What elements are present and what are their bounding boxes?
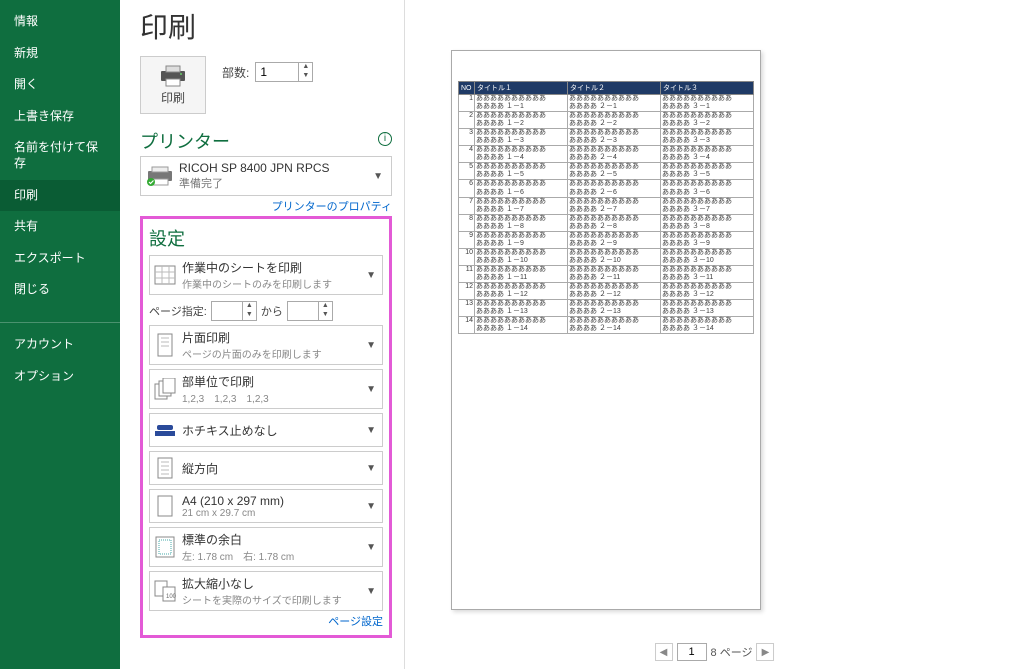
sidebar-item[interactable]: アカウント (0, 329, 120, 361)
sidebar-item[interactable]: 共有 (0, 211, 120, 243)
chevron-down-icon: ▼ (364, 340, 378, 351)
chevron-down-icon: ▼ (364, 384, 378, 395)
margins-select[interactable]: 標準の余白左: 1.78 cm 右: 1.78 cm ▼ (149, 527, 383, 567)
print-preview: NOタイトル１タイトル２タイトル３1ああああああああああああああ １－1ああああ… (405, 0, 1024, 669)
collate-select[interactable]: 部単位で印刷1,2,3 1,2,3 1,2,3 ▼ (149, 369, 383, 409)
sidebar-item[interactable]: 新規 (0, 38, 120, 70)
page-setup-link[interactable]: ページ設定 (149, 613, 383, 629)
printer-properties-link[interactable]: プリンターのプロパティ (140, 198, 392, 214)
chevron-down-icon: ▼ (364, 463, 378, 474)
sides-select[interactable]: 片面印刷ページの片面のみを印刷します ▼ (149, 325, 383, 365)
backstage-sidebar: 情報新規開く上書き保存名前を付けて保存印刷共有エクスポート閉じる アカウントオプ… (0, 0, 120, 669)
sidebar-item[interactable]: 情報 (0, 6, 120, 38)
paper-size-select[interactable]: A4 (210 x 297 mm)21 cm x 29.7 cm ▼ (149, 489, 383, 523)
preview-table: NOタイトル１タイトル２タイトル３1ああああああああああああああ １－1ああああ… (458, 81, 754, 334)
print-panel: 印刷 印刷 部数: ▲▼ i プリンター (120, 0, 405, 669)
spin-up-icon[interactable]: ▲ (299, 63, 312, 72)
scaling-select[interactable]: 100 拡大縮小なしシートを実際のサイズで印刷します ▼ (149, 571, 383, 611)
copies-input[interactable] (256, 63, 298, 81)
collate-icon (154, 376, 176, 402)
settings-highlight-box: 設定 作業中のシートを印刷作業中のシートのみを印刷します ▼ ページ指定: ▲▼… (140, 216, 392, 638)
copies-label: 部数: (222, 64, 249, 81)
copies-spinner[interactable]: ▲▼ (255, 62, 313, 82)
chevron-down-icon: ▼ (364, 501, 378, 512)
sidebar-item[interactable]: 開く (0, 69, 120, 101)
spin-down-icon[interactable]: ▼ (299, 72, 312, 81)
sidebar-item[interactable]: 名前を付けて保存 (0, 132, 120, 179)
stapler-icon (154, 417, 176, 443)
staple-select[interactable]: ホチキス止めなし ▼ (149, 413, 383, 447)
chevron-down-icon: ▼ (364, 542, 378, 553)
page-title: 印刷 (140, 6, 392, 46)
settings-heading: 設定 (149, 225, 383, 251)
prev-page-button[interactable]: ◀ (655, 643, 673, 661)
printer-icon (159, 65, 187, 87)
preview-page: NOタイトル１タイトル２タイトル３1ああああああああああああああ １－1ああああ… (451, 50, 761, 610)
margins-icon (154, 534, 176, 560)
info-icon[interactable]: i (378, 132, 392, 146)
page-from-spinner[interactable]: ▲▼ (211, 301, 257, 321)
current-page-input[interactable] (677, 643, 707, 661)
chevron-down-icon: ▼ (364, 586, 378, 597)
sidebar-item[interactable]: 上書き保存 (0, 101, 120, 133)
print-button[interactable]: 印刷 (140, 56, 206, 114)
portrait-icon (154, 455, 176, 481)
orientation-select[interactable]: 縦方向 ▼ (149, 451, 383, 485)
svg-text:100: 100 (166, 594, 176, 600)
printer-heading: プリンター (140, 128, 392, 154)
page-to-spinner[interactable]: ▲▼ (287, 301, 333, 321)
sidebar-item[interactable]: 印刷 (0, 180, 120, 212)
page-icon (154, 493, 176, 519)
chevron-down-icon: ▼ (371, 171, 385, 182)
page-navigator: ◀ 8 ページ ▶ (655, 643, 775, 661)
one-side-icon (154, 332, 176, 358)
sheet-icon (154, 262, 176, 288)
next-page-button[interactable]: ▶ (756, 643, 774, 661)
sidebar-item[interactable]: 閉じる (0, 274, 120, 306)
sidebar-item[interactable]: エクスポート (0, 243, 120, 275)
page-range-row: ページ指定: ▲▼ から ▲▼ (149, 301, 383, 321)
printer-device-icon (147, 166, 173, 186)
scale-icon: 100 (154, 578, 176, 604)
sidebar-item[interactable]: オプション (0, 361, 120, 393)
printer-select[interactable]: RICOH SP 8400 JPN RPCS 準備完了 ▼ (140, 156, 392, 196)
what-to-print-select[interactable]: 作業中のシートを印刷作業中のシートのみを印刷します ▼ (149, 255, 383, 295)
chevron-down-icon: ▼ (364, 270, 378, 281)
chevron-down-icon: ▼ (364, 425, 378, 436)
